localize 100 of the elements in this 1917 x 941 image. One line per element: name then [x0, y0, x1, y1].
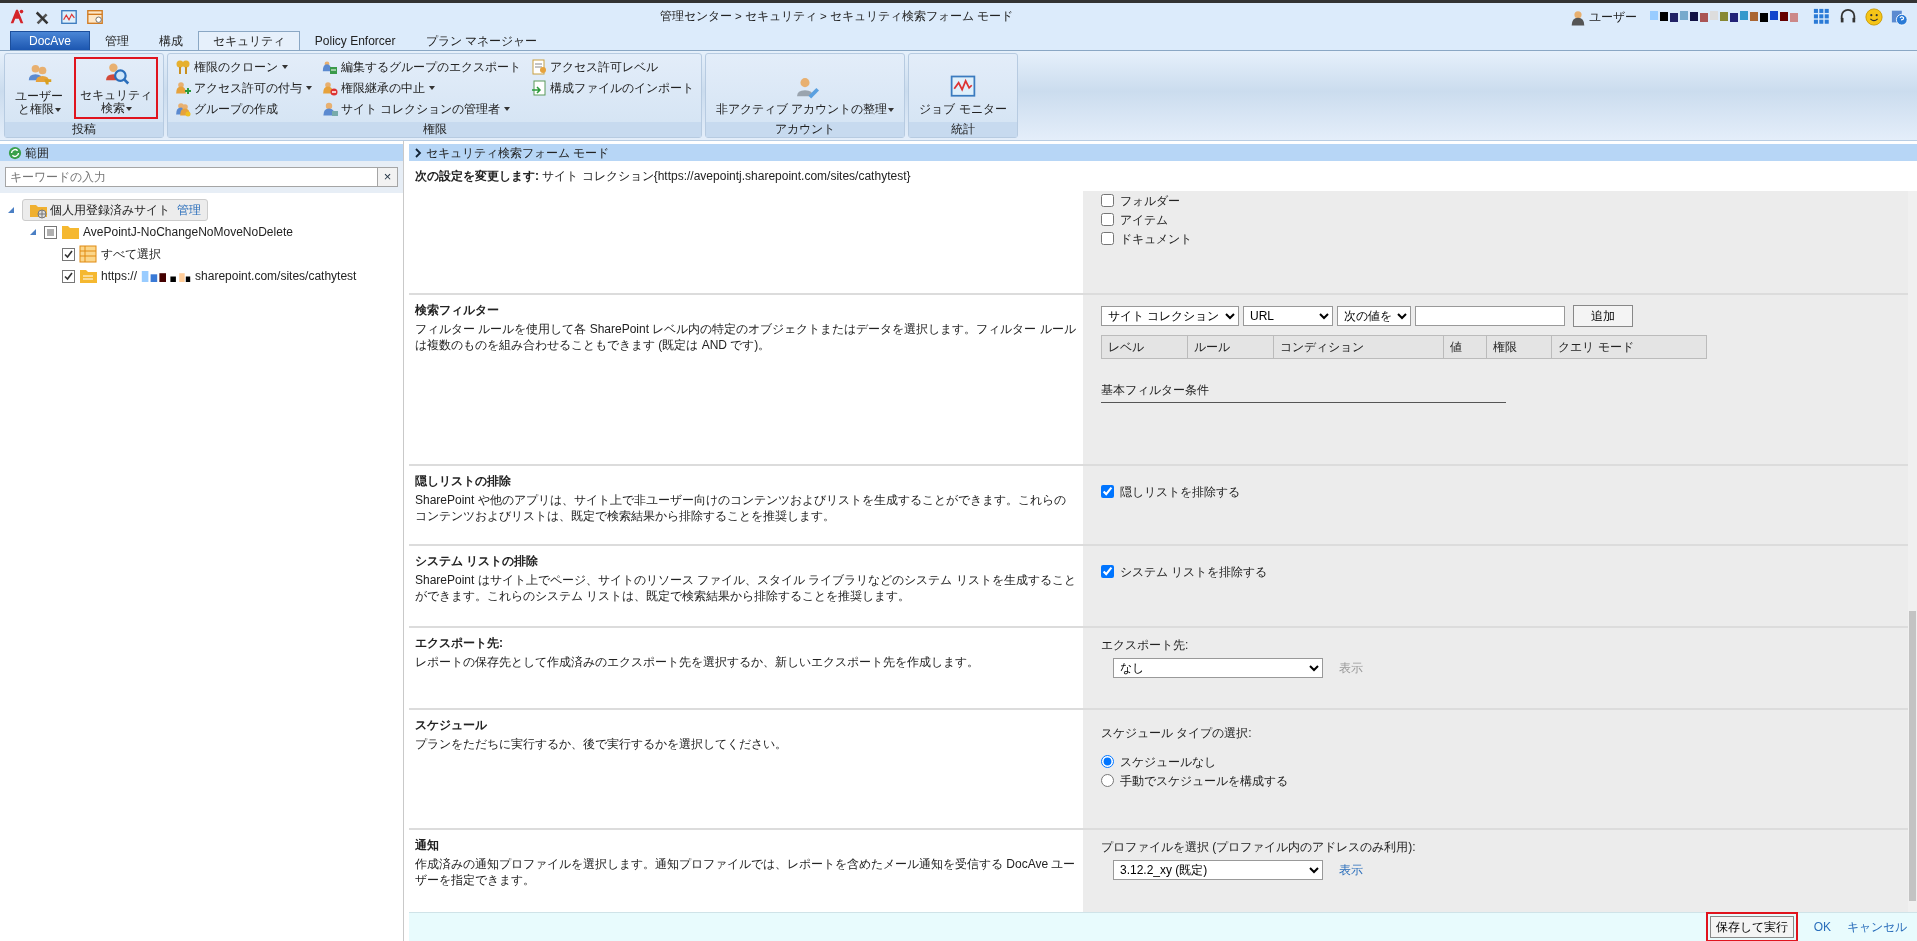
- user-label: ユーザー: [1589, 9, 1637, 26]
- section-description: 作成済みの通知プロファイルを選択します。通知プロファイルでは、レポートを含めたメール通知を受信する DocAve ユーザーを指定できます。: [415, 856, 1077, 888]
- tree-label: 個人用登録済みサイト: [50, 202, 170, 219]
- chevron-icon: [414, 147, 422, 158]
- person-icon: [322, 101, 338, 117]
- option-label: ドキュメント: [1120, 230, 1192, 248]
- settings-notice: 次の設定を変更します: サイト コレクション{https://avepointj.sharepoint.com/sites/cathytest}: [415, 168, 911, 185]
- group-label: アカウント: [706, 122, 905, 137]
- person-plus-icon: [175, 80, 191, 96]
- ribbon-tab[interactable]: 管理: [89, 31, 144, 50]
- option-label: スケジュールなし: [1120, 753, 1216, 771]
- dropdown[interactable]: 次の値を: [1337, 306, 1411, 326]
- dropdown[interactable]: サイト コレクション: [1101, 306, 1239, 326]
- view-link[interactable]: 表示: [1339, 861, 1363, 879]
- filter-label: 基本フィルター条件: [1101, 381, 1506, 403]
- radio-button[interactable]: [1101, 755, 1114, 768]
- checkbox[interactable]: [44, 225, 57, 239]
- redacted-drawing: [141, 270, 192, 282]
- ribbon-tab[interactable]: DocAve: [10, 31, 90, 50]
- ribbon-button[interactable]: 権限のクローン: [173, 57, 314, 77]
- checkbox[interactable]: [1101, 565, 1114, 578]
- ribbon-button[interactable]: セキュリティ 検索: [74, 57, 158, 119]
- tree-label[interactable]: https://: [101, 267, 138, 285]
- column-header: レベル: [1101, 335, 1188, 359]
- column-header: 権限: [1486, 335, 1552, 359]
- ribbon-tab[interactable]: Policy Enforcer: [299, 31, 411, 50]
- column-header: 値: [1443, 335, 1487, 359]
- tree-label[interactable]: AvePointJ-NoChangeNoMoveNoDelete: [83, 223, 293, 241]
- dropdown[interactable]: なし: [1113, 658, 1323, 678]
- group-label: 権限: [168, 122, 701, 137]
- section-description: プランをただちに実行するか、後で実行するかを選択してください。: [415, 736, 788, 752]
- section-description: レポートの保存先として作成済みのエクスポート先を選択するか、新しいエクスポート先を作成します。: [415, 654, 980, 670]
- ribbon-button[interactable]: 権限継承の中止: [320, 78, 523, 98]
- checkbox[interactable]: [1101, 485, 1114, 498]
- section-title: 検索フィルター: [415, 302, 500, 319]
- refresh-icon: [8, 145, 22, 160]
- footer-link[interactable]: OK: [1813, 918, 1831, 936]
- ribbon-button[interactable]: アクセス許可の付与: [173, 78, 314, 98]
- ribbon-button[interactable]: ジョブ モニター: [914, 57, 1012, 119]
- tree-root-chip[interactable]: 個人用登録済みサイト 管理: [22, 199, 208, 221]
- document-key-icon: [531, 59, 547, 75]
- section-title: 通知: [415, 837, 440, 854]
- scrollbar[interactable]: [1908, 191, 1917, 912]
- smiley-icon: [1865, 8, 1883, 26]
- clear-button[interactable]: ×: [378, 167, 398, 187]
- dropdown[interactable]: URL: [1243, 306, 1333, 326]
- keys-icon: [175, 59, 191, 75]
- person-block-icon: [322, 80, 338, 96]
- manage-link[interactable]: 管理: [177, 201, 201, 219]
- column-header: クエリ モード: [1551, 335, 1707, 359]
- section-title: システム リストの排除: [415, 553, 540, 570]
- list-icon: [79, 245, 97, 263]
- folder-icon: [61, 223, 79, 241]
- group-label: 統計: [909, 122, 1017, 137]
- section-title: エクスポート先:: [415, 635, 504, 652]
- checkbox[interactable]: [1101, 232, 1114, 245]
- ribbon-button[interactable]: 構成ファイルのインポート: [529, 78, 696, 98]
- column-header: ルール: [1187, 335, 1274, 359]
- footer-link[interactable]: キャンセル: [1847, 918, 1907, 936]
- section-description: フィルター ルールを使用して各 SharePoint レベル内の特定のオブジェクトまたはデータを選択します。フィルター ルールは複数のものを組み合わせることもできます (既定は AND です)。: [415, 321, 1077, 353]
- grid-icon: [1813, 8, 1831, 26]
- radio-button[interactable]: [1101, 774, 1114, 787]
- help-icon: [1891, 8, 1909, 26]
- option-label: システム リストを排除する: [1120, 563, 1268, 581]
- checkbox[interactable]: [62, 269, 75, 283]
- option-label: フォルダー: [1120, 192, 1180, 210]
- option-label: 手動でスケジュールを構成する: [1120, 772, 1288, 790]
- column-header: コンディション: [1273, 335, 1444, 359]
- section-title: スケジュール: [415, 717, 488, 734]
- tree-label[interactable]: sharepoint.com/sites/cathytest: [195, 267, 357, 285]
- expander-icon[interactable]: [8, 207, 14, 213]
- ribbon-button[interactable]: 編集するグループのエクスポート: [320, 57, 523, 77]
- section-description: SharePoint や他のアプリは、サイト上で非ユーザー向けのコンテンツおよびリストを生成することができます。これらのコンテンツおよびリストは、既定で検索結果から排除することを推奨します。: [415, 492, 1067, 524]
- section-header-title: セキュリティ検索フォーム モード: [426, 144, 610, 162]
- breadcrumb: 管理センター > セキュリティ > セキュリティ検索フォーム モード: [658, 9, 1015, 25]
- ribbon-button[interactable]: アクセス許可レベル: [529, 57, 696, 77]
- checkbox[interactable]: [1101, 194, 1114, 207]
- search-field[interactable]: キーワードの入力: [5, 167, 378, 187]
- value-field[interactable]: [1415, 306, 1565, 326]
- section-description: SharePoint はサイト上でページ、サイトのリソース ファイル、スタイル ライブラリなどのシステム リストを生成することができます。これらのシステム リストは、既定で検索結果から排除することを推奨します。: [415, 572, 1077, 604]
- user-icon: [1569, 8, 1587, 26]
- ribbon-button[interactable]: グループの作成: [173, 99, 314, 119]
- option-label: 隠しリストを排除する: [1120, 483, 1240, 501]
- chart-icon: [60, 8, 78, 26]
- tree-label[interactable]: すべて選択: [101, 245, 161, 263]
- ribbon-button[interactable]: 非アクティブ アカウントの整理: [711, 57, 900, 119]
- checkbox[interactable]: [62, 247, 75, 261]
- dropdown[interactable]: 3.12.2_xy (既定): [1113, 860, 1323, 880]
- group-icon: [175, 101, 191, 117]
- logo-icon: [8, 8, 26, 26]
- window-icon: [86, 8, 104, 26]
- ribbon-tab[interactable]: プラン マネージャー: [410, 31, 552, 50]
- ribbon-tab[interactable]: 構成: [143, 31, 198, 50]
- expander-icon[interactable]: [30, 229, 36, 235]
- ribbon-tab[interactable]: セキュリティ: [197, 31, 300, 50]
- ribbon-button[interactable]: ユーザー と権限: [10, 57, 68, 119]
- scrollbar-thumb[interactable]: [1909, 611, 1916, 901]
- ribbon-button[interactable]: サイト コレクションの管理者: [320, 99, 523, 119]
- checkbox[interactable]: [1101, 213, 1114, 226]
- panel-title: 範囲: [25, 144, 49, 162]
